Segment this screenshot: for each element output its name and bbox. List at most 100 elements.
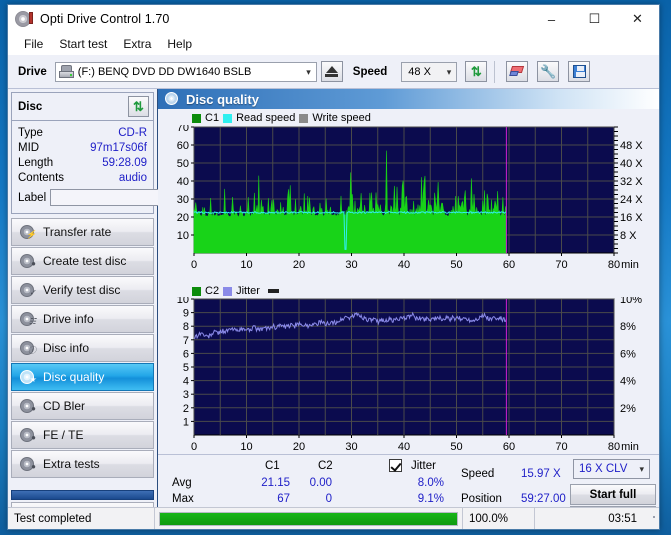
start-full-button[interactable]: Start full: [570, 484, 656, 505]
sidebar-item-drive-info[interactable]: ☷ Drive info: [11, 305, 154, 333]
y2-tick-label: 8%: [620, 321, 636, 333]
content-area: Disc ⇅ Type CD-R MID 97m17s06f Length 59…: [8, 89, 659, 529]
create-test-disc-icon: ●: [20, 254, 36, 268]
disc-row-key: MID: [18, 141, 40, 154]
y-tick-label: 10: [177, 230, 189, 242]
jitter-checkbox[interactable]: [389, 459, 402, 472]
y-tick-label: 70: [177, 125, 189, 134]
sidebar: Disc ⇅ Type CD-R MID 97m17s06f Length 59…: [8, 89, 253, 529]
legend-swatch-c2: [192, 286, 201, 296]
drive-select[interactable]: (F:) BENQ DVD DD DW1640 BSLB ▾: [54, 61, 317, 82]
disc-row-key: Length: [18, 156, 54, 169]
chart-c2-jitter[interactable]: 12 34 5 67 89 10 0 10 20 30 40 50 60 70 80 min 2% 4% 6% 8% 1…: [158, 297, 663, 465]
progress-area: [155, 508, 463, 529]
resize-grip[interactable]: [643, 515, 659, 522]
menu-start-test[interactable]: Start test: [51, 35, 115, 53]
stats-header-c2: C2: [318, 460, 333, 472]
sidebar-item-cd-bler[interactable]: ● CD Bler: [11, 392, 154, 420]
window-title: Opti Drive Control 1.70: [40, 12, 170, 26]
drive-icon: [58, 65, 74, 78]
write-speed-select[interactable]: 16 X CLV ▾: [573, 459, 650, 479]
extra-tests-icon: ●: [20, 457, 36, 471]
save-button[interactable]: [568, 61, 591, 82]
progress-percent: 100.0%: [463, 508, 535, 529]
sidebar-item-label: CD Bler: [43, 399, 86, 413]
sidebar-item-extra-tests[interactable]: ● Extra tests: [11, 450, 154, 478]
y-tick-label: 40: [177, 176, 189, 188]
legend-swatch-jitter: [223, 286, 233, 296]
y-tick-label: 6: [183, 348, 189, 360]
minimize-button[interactable]: –: [530, 5, 573, 33]
legend-swatch-c1: [192, 113, 201, 123]
y-tick-label: 4: [183, 376, 189, 388]
y-tick-label: 30: [177, 194, 189, 206]
tools-button[interactable]: 🔧: [537, 61, 560, 82]
speed-select[interactable]: 48 X ▾: [401, 61, 458, 82]
disc-row-value: CD-R: [118, 126, 147, 139]
legend-label-write-speed: Write speed: [312, 112, 371, 124]
disc-refresh-button[interactable]: ⇅: [128, 96, 149, 117]
x-tick-label: 50: [450, 441, 462, 453]
sidebar-item-label: Drive info: [43, 312, 94, 326]
y2-tick-label: 8 X: [620, 230, 637, 242]
x-tick-label: 0: [191, 441, 197, 453]
x-tick-label: 20: [293, 259, 305, 271]
chevron-down-icon: ▾: [639, 464, 644, 474]
chart-c1-read-speed[interactable]: 10 20 30 40 50 60 70 0 10 20 30 40 50 60 70 80 min 8 X 16 …: [158, 125, 663, 285]
disc-panel-title: Disc: [18, 100, 43, 113]
app-window: Opti Drive Control 1.70 – ☐ ✕ File Start…: [7, 4, 660, 530]
y-tick-label: 50: [177, 158, 189, 170]
sidebar-item-create-test-disc[interactable]: ● Create test disc: [11, 247, 154, 275]
eraser-icon: [509, 66, 525, 77]
eject-icon: [325, 66, 338, 73]
toolbar-divider: [494, 60, 496, 83]
progress-bar-fill: [160, 512, 457, 525]
menu-extra[interactable]: Extra: [115, 35, 159, 53]
sidebar-item-verify-test-disc[interactable]: ✓ Verify test disc: [11, 276, 154, 304]
x-tick-label: 30: [345, 441, 357, 453]
cd-bler-icon: ●: [20, 399, 36, 413]
write-speed-value: 16 X CLV: [579, 463, 628, 475]
y2-tick-label: 48 X: [620, 140, 643, 152]
sidebar-item-fe-te[interactable]: ● FE / TE: [11, 421, 154, 449]
y-tick-label: 7: [183, 335, 189, 347]
x-tick-label: 0: [191, 259, 197, 271]
sidebar-item-label: Transfer rate: [43, 225, 112, 239]
sidebar-item-disc-quality[interactable]: ★ Disc quality: [11, 363, 154, 391]
maximize-button[interactable]: ☐: [573, 5, 616, 33]
stats-max-c1: 67: [277, 493, 290, 505]
y2-tick-label: 16 X: [620, 212, 643, 224]
stats-avg-jitter: 8.0%: [417, 477, 444, 489]
legend-marker-extra: [267, 289, 279, 293]
x-tick-label: 50: [450, 259, 462, 271]
status-bar: Test completed 100.0% 03:51: [8, 507, 659, 529]
eject-button[interactable]: [320, 61, 343, 82]
x-axis-label: min: [621, 441, 639, 453]
sidebar-item-transfer-rate[interactable]: ⚡ Transfer rate: [11, 218, 154, 246]
chevron-down-icon: ▾: [306, 66, 311, 77]
wrench-icon: 🔧: [540, 64, 557, 79]
erase-button[interactable]: [506, 61, 529, 82]
disc-label-key: Label: [18, 191, 47, 204]
legend-label-read-speed: Read speed: [236, 112, 296, 124]
verify-test-disc-icon: ✓: [20, 283, 36, 297]
refresh-button[interactable]: ⇅: [465, 61, 488, 82]
menu-help[interactable]: Help: [159, 35, 200, 53]
charts-container: C1 Read speed Write speed 10 20 30 40 50 60 70…: [158, 109, 659, 454]
disc-row-value: 97m17s06f: [90, 141, 147, 154]
y2-tick-label: 32 X: [620, 176, 643, 188]
y2-tick-label: 4%: [620, 376, 636, 388]
stats-max-c2: 0: [325, 493, 332, 505]
main-panel: Disc quality C1 Read speed Write speed 1…: [158, 89, 659, 529]
floppy-disk-icon: [572, 65, 586, 78]
stats-avg-c2: 0.00: [309, 477, 332, 489]
y-tick-label: 8: [183, 321, 189, 333]
sidebar-item-disc-info[interactable]: ⓘ Disc info: [11, 334, 154, 362]
transfer-rate-icon: ⚡: [20, 225, 36, 239]
close-button[interactable]: ✕: [616, 5, 659, 33]
y2-tick-label: 40 X: [620, 158, 643, 170]
menu-file[interactable]: File: [16, 35, 51, 53]
x-tick-label: 10: [240, 259, 252, 271]
disc-row-value: 59:28.09: [102, 156, 147, 169]
